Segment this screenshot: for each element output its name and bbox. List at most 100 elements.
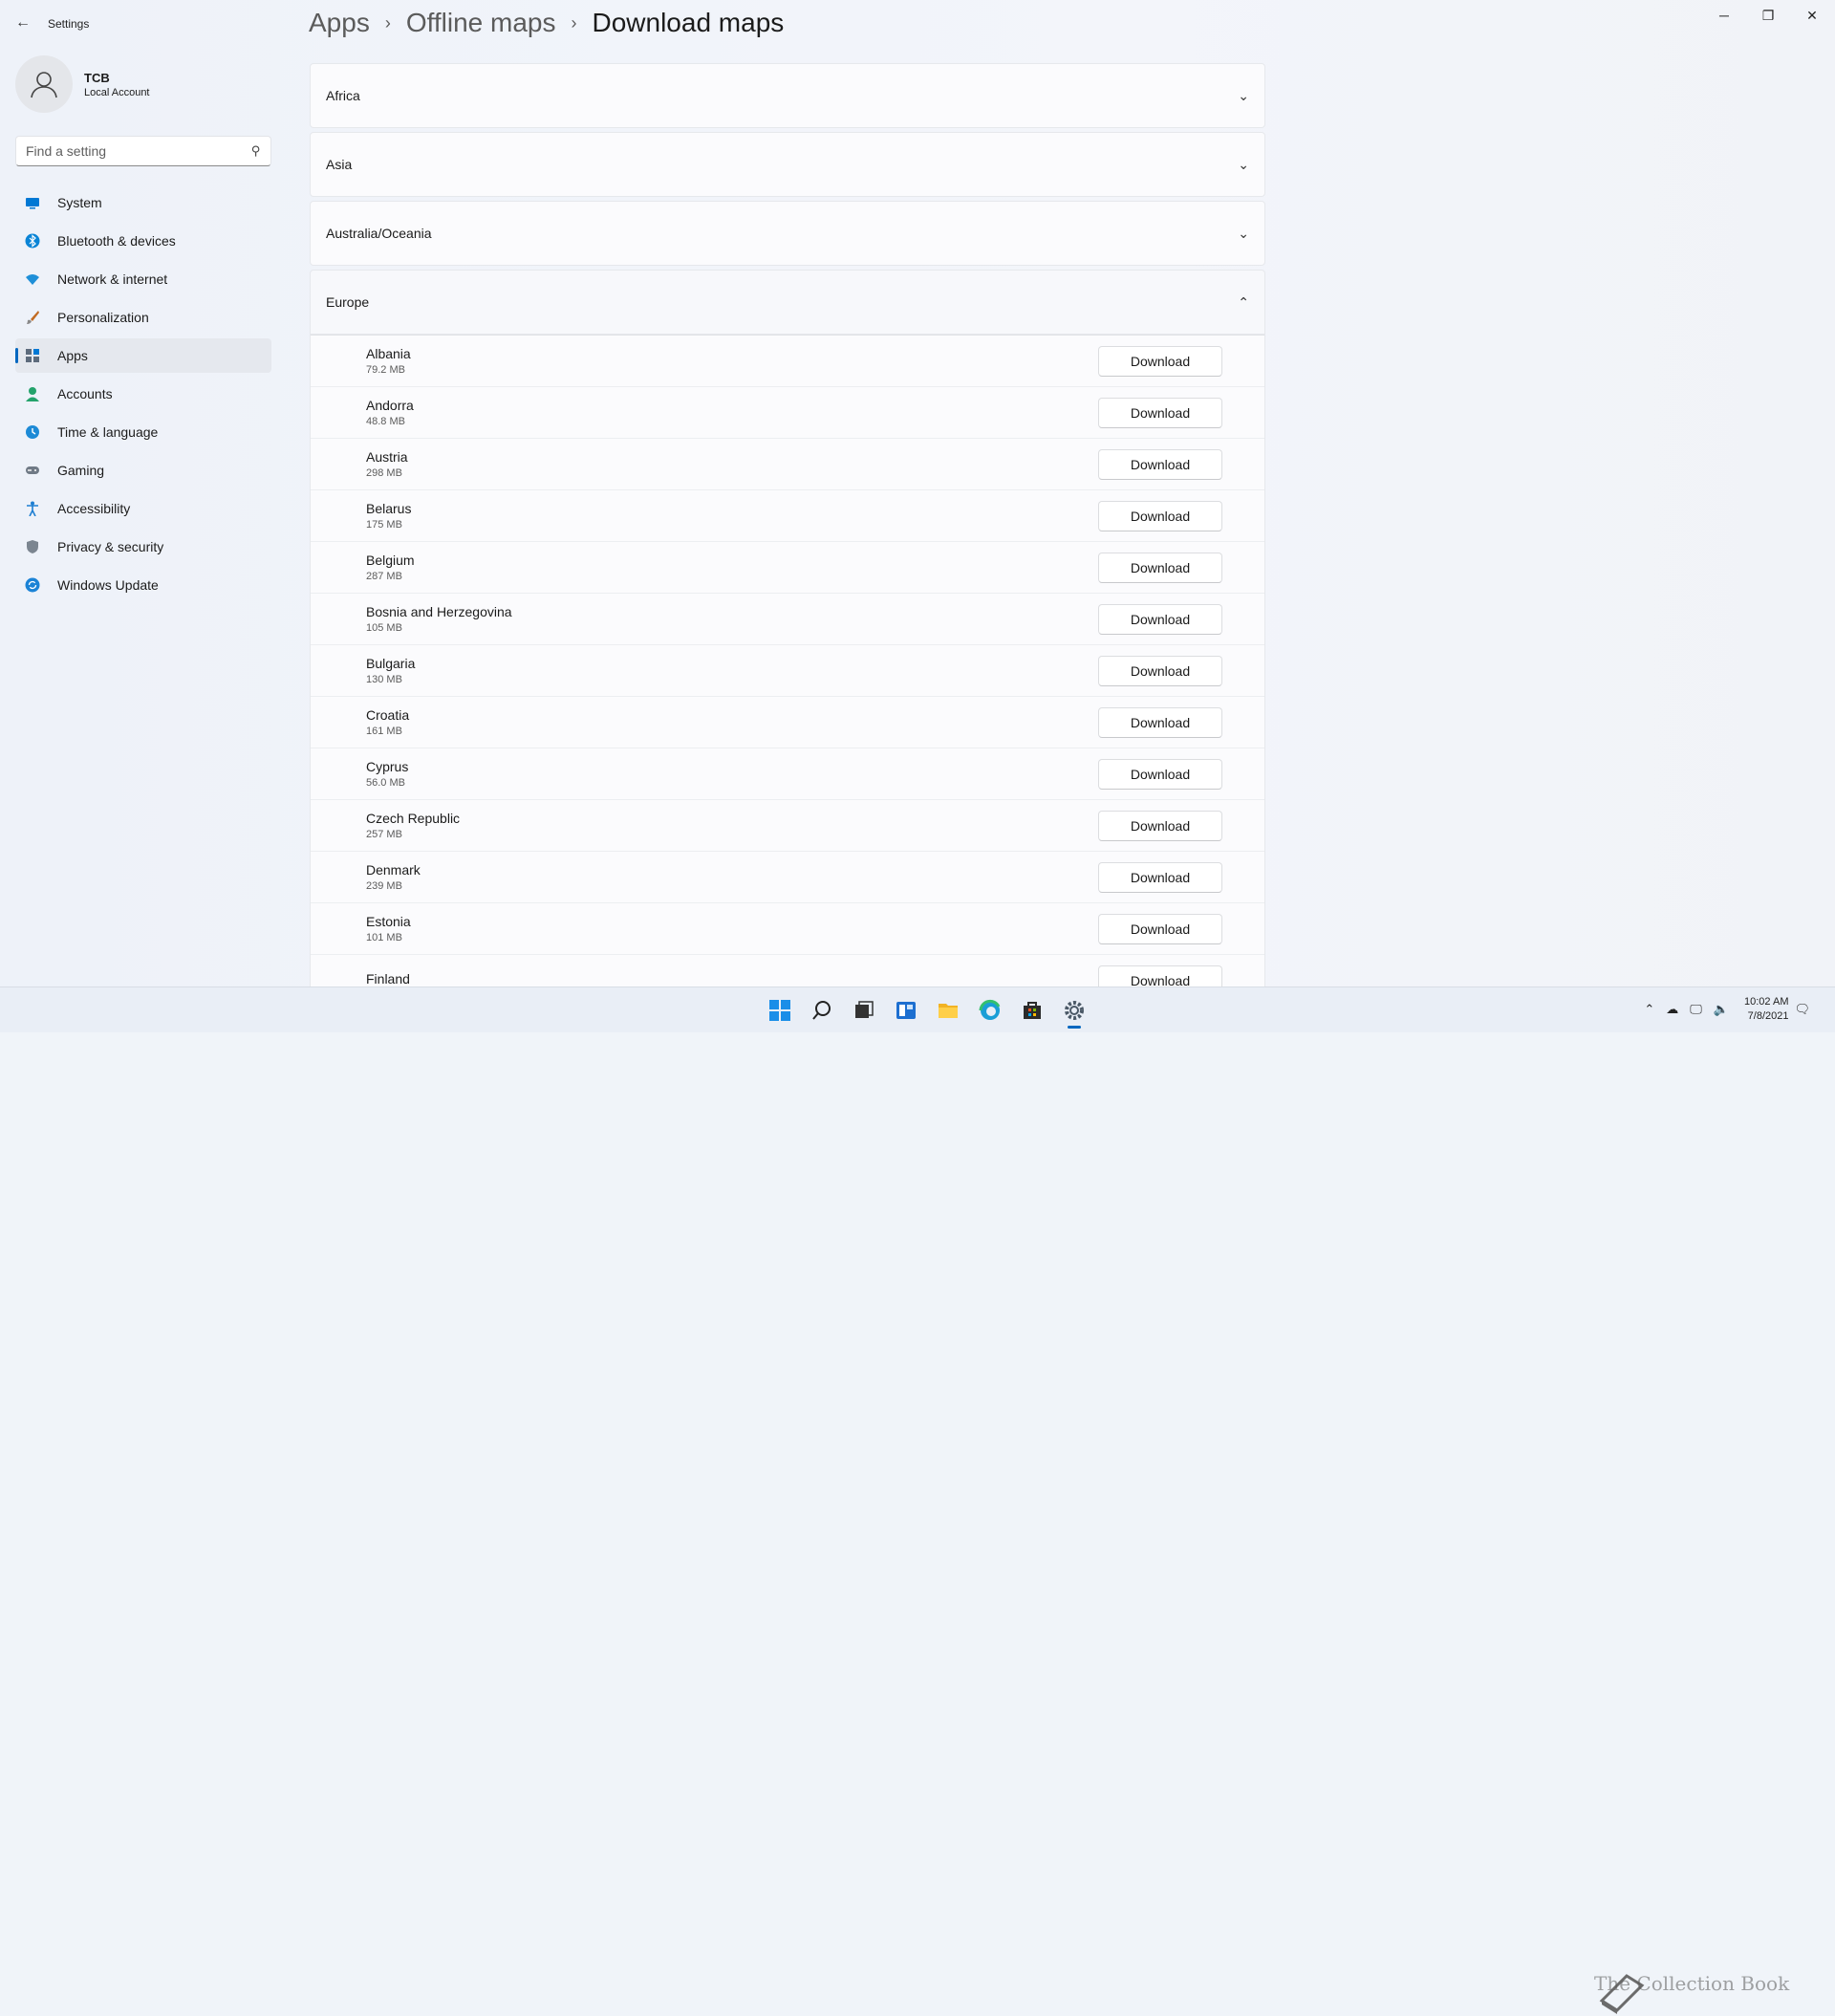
avatar: [15, 55, 73, 113]
region-asia[interactable]: Asia ⌄: [310, 132, 1265, 197]
country-row: Bulgaria 130 MB Download: [311, 644, 1264, 696]
country-name: Cyprus: [366, 759, 409, 774]
volume-icon[interactable]: 🔈: [1714, 1002, 1729, 1017]
taskbar-search-button[interactable]: [803, 995, 841, 1026]
sidebar-item-label: System: [57, 195, 102, 210]
download-button[interactable]: Download: [1098, 758, 1222, 790]
search-icon: ⚲: [251, 143, 261, 158]
file-explorer-icon: [939, 1004, 958, 1018]
country-name: Albania: [366, 346, 411, 361]
breadcrumb: Apps › Offline maps › Download maps: [309, 8, 784, 38]
country-row: Andorra 48.8 MB Download: [311, 386, 1264, 438]
country-list: Albania 79.2 MB Download Andorra 48.8 MB Down…: [310, 335, 1265, 986]
sidebar-item-time-language[interactable]: Time & language: [15, 415, 271, 449]
country-name: Bulgaria: [366, 656, 416, 671]
breadcrumb-separator-icon: ›: [571, 12, 577, 33]
profile-card[interactable]: TCB Local Account: [15, 55, 150, 113]
country-info: Bulgaria 130 MB: [366, 656, 415, 685]
update-icon: [25, 577, 40, 593]
country-name: Estonia: [366, 914, 411, 929]
store-button[interactable]: [1013, 995, 1051, 1026]
sidebar-item-label: Network & internet: [57, 271, 168, 287]
download-button[interactable]: Download: [1098, 397, 1222, 428]
restore-button[interactable]: ❐: [1746, 0, 1790, 31]
chevron-down-icon: ⌄: [1238, 156, 1249, 172]
download-button[interactable]: Download: [1098, 913, 1222, 944]
download-button[interactable]: Download: [1098, 861, 1222, 893]
country-info: Andorra 48.8 MB: [366, 398, 414, 427]
task-view-button[interactable]: [845, 995, 883, 1026]
brush-icon: [27, 311, 39, 324]
country-row: Belarus 175 MB Download: [311, 489, 1264, 541]
breadcrumb-offline-maps[interactable]: Offline maps: [406, 8, 556, 38]
country-row: Denmark 239 MB Download: [311, 851, 1264, 902]
sidebar-item-personalization[interactable]: Personalization: [15, 300, 271, 335]
search-input[interactable]: [26, 143, 252, 159]
download-button[interactable]: Download: [1098, 965, 1222, 986]
onedrive-icon[interactable]: ☁: [1666, 1002, 1678, 1017]
breadcrumb-apps[interactable]: Apps: [309, 8, 370, 38]
download-button[interactable]: Download: [1098, 706, 1222, 738]
sidebar-item-apps[interactable]: Apps: [15, 338, 271, 373]
chevron-up-icon[interactable]: ⌃: [1644, 1002, 1654, 1017]
sidebar-item-privacy-security[interactable]: Privacy & security: [15, 530, 271, 564]
country-row: Croatia 161 MB Download: [311, 696, 1264, 748]
download-button[interactable]: Download: [1098, 655, 1222, 686]
back-button[interactable]: ←: [11, 11, 34, 34]
region-europe[interactable]: Europe ⌃: [310, 270, 1265, 335]
country-size: 239 MB: [366, 880, 402, 892]
sidebar-item-accessibility[interactable]: Accessibility: [15, 491, 271, 526]
sidebar-item-windows-update[interactable]: Windows Update: [15, 568, 271, 602]
sidebar-item-accounts[interactable]: Accounts: [15, 377, 271, 411]
taskbar: The Collection Book ⌃ ☁ 🖵 🔈 10:02 AM 7/8…: [0, 986, 1835, 2014]
sidebar-item-label: Apps: [57, 348, 88, 363]
file-explorer-button[interactable]: [929, 995, 967, 1026]
download-button[interactable]: Download: [1098, 810, 1222, 841]
notification-icon[interactable]: 🗨: [1794, 1002, 1810, 1017]
country-row: Finland Download: [311, 954, 1264, 986]
search-icon: [812, 1001, 831, 1020]
person-icon: [26, 387, 39, 401]
back-arrow-icon: ←: [15, 14, 31, 31]
clock[interactable]: 10:02 AM 7/8/2021: [1744, 995, 1788, 1024]
region-australia-oceania[interactable]: Australia/Oceania ⌄: [310, 201, 1265, 266]
start-button[interactable]: [761, 995, 799, 1026]
widgets-button[interactable]: [887, 995, 925, 1026]
country-name: Belarus: [366, 501, 412, 516]
country-info: Albania 79.2 MB: [366, 346, 411, 376]
settings-icon: [1065, 1001, 1084, 1020]
download-button[interactable]: Download: [1098, 603, 1222, 635]
minimize-button[interactable]: ─: [1702, 0, 1746, 31]
store-icon: [1024, 1002, 1041, 1019]
sidebar-item-network-internet[interactable]: Network & internet: [15, 262, 271, 296]
settings-search[interactable]: ⚲: [15, 136, 271, 166]
title-bar: ← Settings ─ ❐ ✕: [0, 0, 1835, 46]
bluetooth-icon: [25, 233, 40, 249]
download-button[interactable]: Download: [1098, 552, 1222, 583]
download-button[interactable]: Download: [1098, 448, 1222, 480]
country-name: Belgium: [366, 553, 415, 568]
edge-button[interactable]: [971, 995, 1009, 1026]
settings-window: ← Settings ─ ❐ ✕ TCB Local Account ⚲ Sys…: [0, 0, 1835, 986]
close-button[interactable]: ✕: [1790, 0, 1834, 31]
settings-taskbar-button[interactable]: [1055, 995, 1093, 1029]
region-africa[interactable]: Africa ⌄: [310, 63, 1265, 128]
country-info: Cyprus 56.0 MB: [366, 759, 408, 789]
breadcrumb-separator-icon: ›: [384, 12, 391, 33]
sidebar-item-bluetooth-devices[interactable]: Bluetooth & devices: [15, 224, 271, 258]
sidebar-item-gaming[interactable]: Gaming: [15, 453, 271, 488]
sidebar-item-system[interactable]: System: [15, 185, 271, 220]
user-avatar-icon: [31, 72, 57, 98]
system-tray: ⌃ ☁ 🖵 🔈 10:02 AM 7/8/2021 🗨: [1638, 995, 1816, 1024]
country-name: Denmark: [366, 862, 421, 878]
country-name: Czech Republic: [366, 811, 461, 826]
profile-name: TCB: [84, 70, 110, 85]
apps-icon: [26, 349, 39, 362]
gamepad-icon: [26, 466, 39, 474]
download-button[interactable]: Download: [1098, 345, 1222, 377]
network-icon[interactable]: 🖵: [1690, 1002, 1702, 1017]
sidebar-item-label: Accessibility: [57, 501, 131, 516]
download-button[interactable]: Download: [1098, 500, 1222, 531]
country-name: Bosnia and Herzegovina: [366, 604, 512, 619]
wifi-icon: [26, 274, 39, 285]
